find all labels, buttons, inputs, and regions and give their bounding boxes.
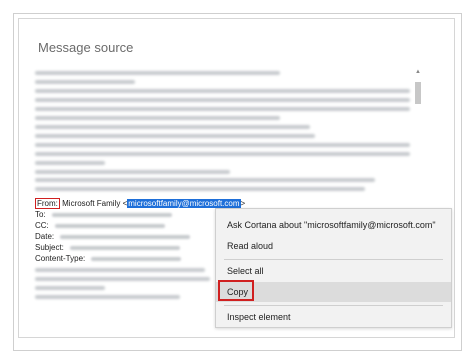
copy-highlight-box (218, 280, 254, 301)
date-header: Date: (35, 232, 191, 241)
menu-item-select-all[interactable]: Select all (216, 261, 451, 281)
scrollbar-thumb[interactable] (415, 82, 421, 104)
page-title: Message source (38, 40, 134, 55)
content-type-label: Content-Type: (35, 254, 86, 263)
from-email-selected[interactable]: microsoftfamily@microsoft.com (127, 199, 241, 208)
cc-header: CC: (35, 221, 166, 230)
menu-item-read-aloud[interactable]: Read aloud (216, 236, 451, 256)
to-header: To: (35, 210, 172, 219)
menu-separator (224, 305, 443, 306)
content-type-header: Content-Type: (35, 254, 182, 263)
scroll-up-icon[interactable]: ▲ (414, 68, 422, 76)
from-name[interactable]: Microsoft Family < (62, 199, 127, 208)
subject-label: Subject: (35, 243, 64, 252)
to-label: To: (35, 210, 46, 219)
menu-separator (224, 259, 443, 260)
context-menu: Ask Cortana about "microsoftfamily@micro… (215, 208, 452, 328)
cc-label: CC: (35, 221, 49, 230)
from-header: From: Microsoft Family <microsoftfamily@… (35, 198, 246, 209)
from-close: > (240, 199, 246, 208)
date-label: Date: (35, 232, 55, 241)
menu-item-inspect-element[interactable]: Inspect element (216, 307, 451, 327)
menu-item-ask-cortana[interactable]: Ask Cortana about "microsoftfamily@micro… (216, 215, 451, 235)
from-label: From: (35, 198, 60, 209)
subject-header: Subject: (35, 243, 181, 252)
